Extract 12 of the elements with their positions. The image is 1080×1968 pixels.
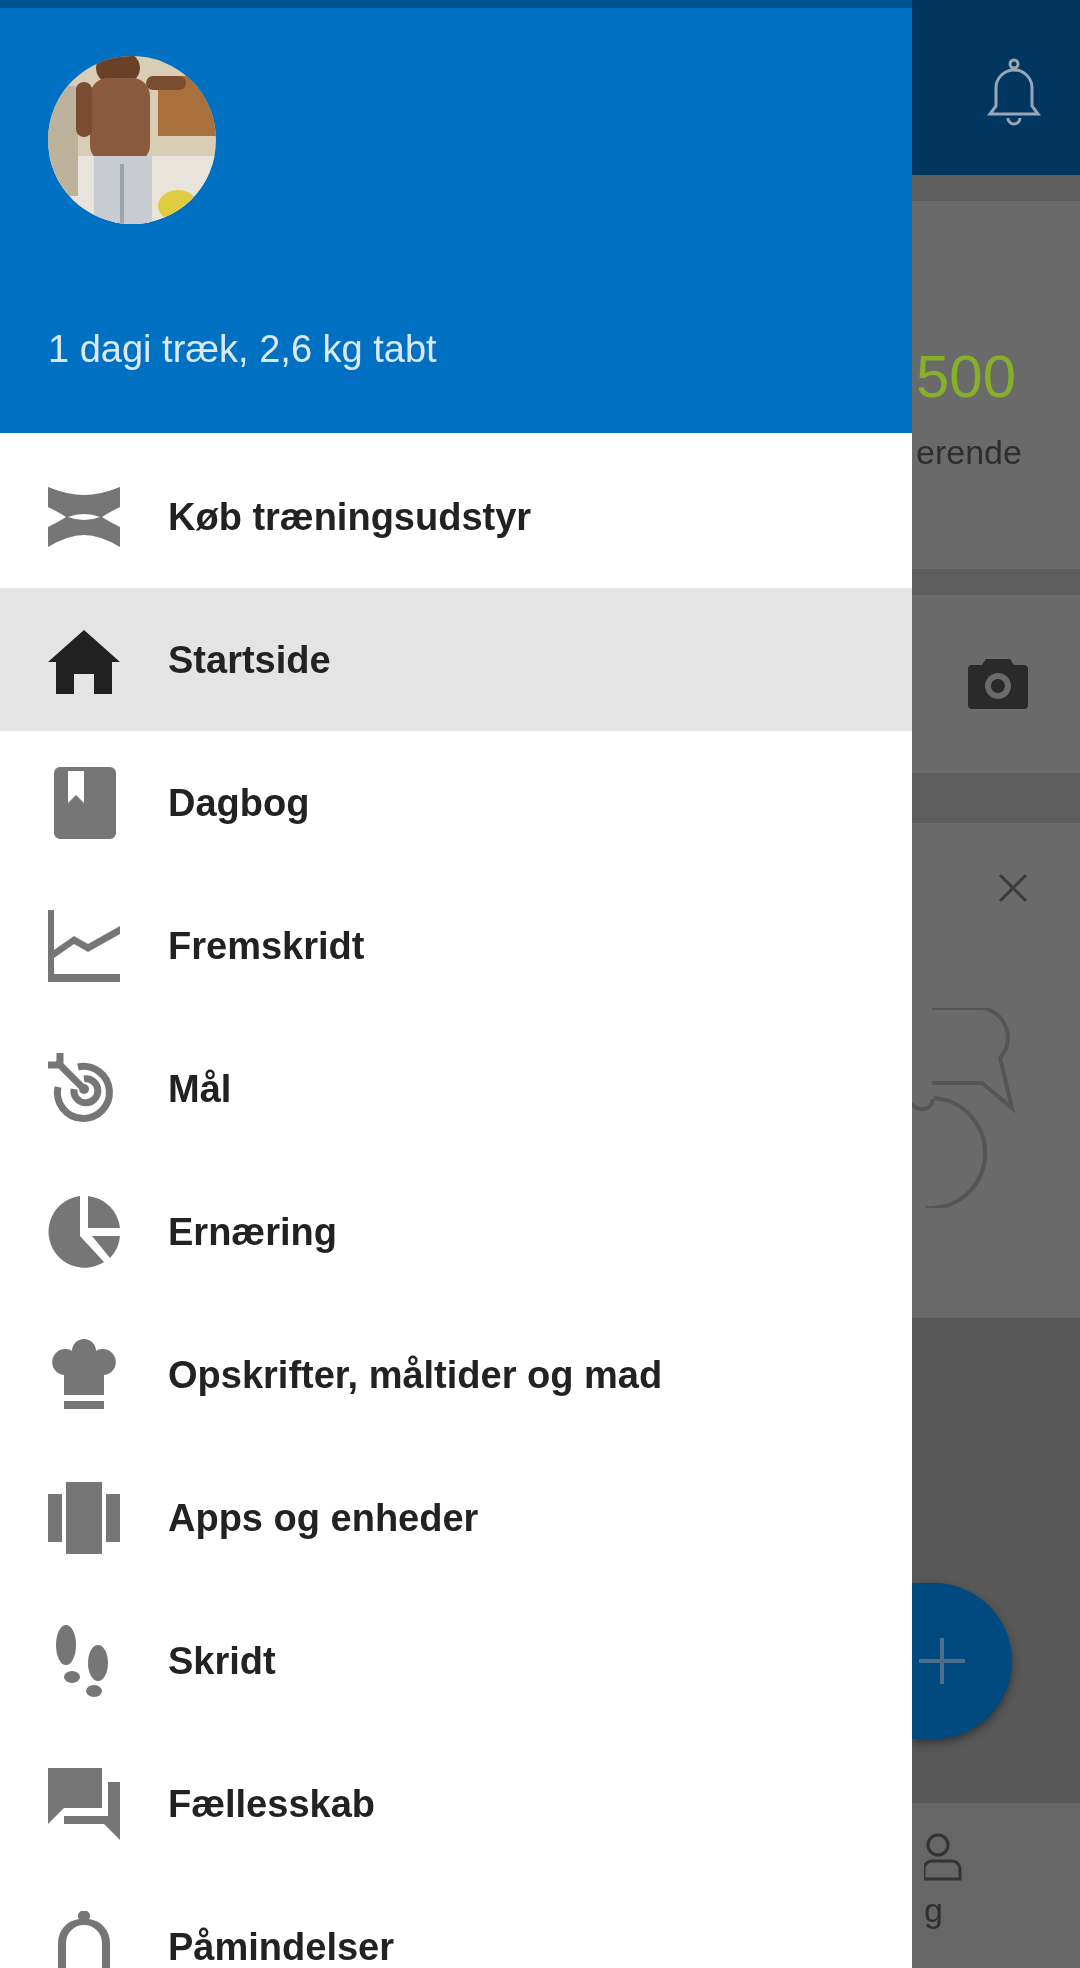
person-icon[interactable] xyxy=(924,1833,964,1883)
calorie-label: erende xyxy=(916,433,1023,472)
line-chart-icon xyxy=(48,909,120,982)
plus-icon xyxy=(917,1636,967,1686)
close-icon[interactable] xyxy=(998,873,1028,903)
devices-icon xyxy=(48,1481,120,1554)
menu-item[interactable]: Startside xyxy=(0,588,912,731)
progress-summary: 1 dagi træk, 2,6 kg tabt xyxy=(48,328,437,371)
pie-chart-icon xyxy=(48,1195,120,1268)
calorie-value: 500 xyxy=(916,347,1018,407)
chat-icon xyxy=(48,1767,120,1840)
camera-icon[interactable] xyxy=(968,659,1028,709)
